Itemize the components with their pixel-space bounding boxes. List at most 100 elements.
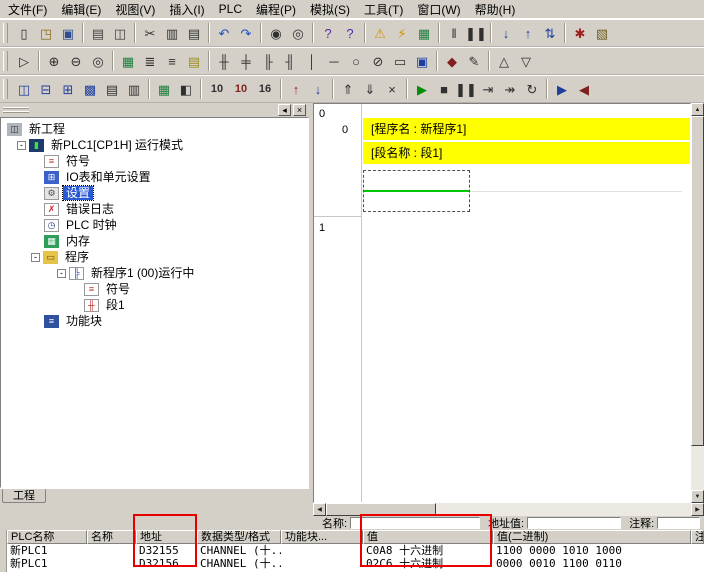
online-edit-icon[interactable]: ⚡ <box>391 22 413 44</box>
tree-item-io-table[interactable]: ⊞IO表和单元设置 <box>1 169 308 185</box>
menu-simulation[interactable]: 模拟(S) <box>303 0 357 20</box>
watch-window-icon[interactable]: ◧ <box>175 78 197 100</box>
close-panel-button[interactable]: × <box>293 104 306 116</box>
print-icon[interactable]: ▤ <box>87 22 109 44</box>
undo-icon[interactable]: ↶ <box>213 22 235 44</box>
menu-program[interactable]: 编程(P) <box>249 0 303 20</box>
scroll-down-button[interactable]: ▼ <box>691 490 704 503</box>
monitor-mode-icon[interactable]: ▦ <box>413 22 435 44</box>
compare-with-plc-icon[interactable]: ⇅ <box>539 22 561 44</box>
monitor-in-rung-icon[interactable]: ▤ <box>183 50 205 72</box>
new-contact-icon[interactable]: ╫ <box>213 50 235 72</box>
step-run-icon[interactable]: ⇥ <box>477 78 499 100</box>
watch-col-comment[interactable]: 注 <box>691 530 704 544</box>
watch-scrollbar-strip[interactable] <box>0 530 7 572</box>
new-function-block-icon[interactable]: ▣ <box>411 50 433 72</box>
tile-vertically-icon[interactable]: ⊞ <box>57 78 79 100</box>
address-value-field[interactable] <box>527 517 621 529</box>
new-or-contact-icon[interactable]: ╟ <box>257 50 279 72</box>
new-coil-icon[interactable]: ○ <box>345 50 367 72</box>
tree-item-section1[interactable]: ╫段1 <box>1 297 308 313</box>
zoom-to-fit-icon[interactable]: ◎ <box>87 50 109 72</box>
differential-up-icon[interactable]: △ <box>493 50 515 72</box>
tree-item-programs[interactable]: -▭程序 <box>1 249 308 265</box>
menu-file[interactable]: 文件(F) <box>1 0 54 20</box>
print-preview-icon[interactable]: ◫ <box>109 22 131 44</box>
work-online-icon[interactable]: ⚠ <box>369 22 391 44</box>
force-on-icon[interactable]: ⇑ <box>337 78 359 100</box>
scroll-right-button[interactable]: ▶ <box>691 503 704 516</box>
tree-item-program1[interactable]: -╠新程序1 (00)运行中 <box>1 265 308 281</box>
tree-expander-icon[interactable]: - <box>17 141 26 150</box>
menu-help[interactable]: 帮助(H) <box>468 0 523 20</box>
menu-insert[interactable]: 插入(I) <box>162 0 211 20</box>
watch-col-data-type-format[interactable]: 数据类型/格式 <box>197 530 281 544</box>
pause-monitor-icon[interactable]: ‖ <box>443 22 465 44</box>
drag-grip[interactable] <box>3 107 29 114</box>
tile-horizontally-icon[interactable]: ⊟ <box>35 78 57 100</box>
watch-col-plc-name[interactable]: PLC名称 <box>7 530 87 544</box>
mnemonics-view-icon[interactable]: ▤ <box>101 78 123 100</box>
continuous-step-run-icon[interactable]: ↠ <box>499 78 521 100</box>
tree-item-symbols[interactable]: ≡符号 <box>1 153 308 169</box>
tree-item-plc[interactable]: -▮新PLC1[CP1H] 运行模式 <box>1 137 308 153</box>
tree-expander-icon[interactable]: - <box>31 253 40 262</box>
transfer-to-plc-icon[interactable]: ↓ <box>495 22 517 44</box>
new-file-icon[interactable]: ▯ <box>13 22 35 44</box>
library-icon[interactable]: ▧ <box>591 22 613 44</box>
collapse-panel-button[interactable]: ◂ <box>278 104 291 116</box>
force-cancel-icon[interactable]: × <box>381 78 403 100</box>
tab-project[interactable]: 工程 <box>2 489 46 503</box>
new-or-closed-contact-icon[interactable]: ╢ <box>279 50 301 72</box>
run-simulation-icon[interactable]: ▶ <box>411 78 433 100</box>
tree-item-memory[interactable]: ▦内存 <box>1 233 308 249</box>
find-replace-icon[interactable]: ◎ <box>287 22 309 44</box>
monitor-data-icon[interactable]: ▦ <box>153 78 175 100</box>
ladder-canvas[interactable]: 0 0 1 [程序名 : 新程序1] [段名称 : 段1] <box>313 103 691 503</box>
display-decimal-icon[interactable]: 10 <box>205 78 229 100</box>
scroll-up-button[interactable]: ▲ <box>691 103 704 116</box>
show-rung-comments-icon[interactable]: ≣ <box>139 50 161 72</box>
watch-row[interactable]: 新PLC1D32156CHANNEL (十...02C6 十六进制0000 00… <box>7 557 704 570</box>
display-hex-icon[interactable]: 16 <box>253 78 277 100</box>
display-signed-decimal-icon[interactable]: 10 <box>229 78 253 100</box>
horizontal-connection-icon[interactable]: ─ <box>323 50 345 72</box>
selection-tool-icon[interactable]: ▷ <box>13 50 35 72</box>
exit-simulator-icon[interactable]: ◀ <box>573 78 595 100</box>
open-file-icon[interactable]: ◳ <box>35 22 57 44</box>
menu-window[interactable]: 窗口(W) <box>410 0 467 20</box>
vscroll-track[interactable] <box>691 116 704 490</box>
redo-icon[interactable]: ↷ <box>235 22 257 44</box>
context-help-icon[interactable]: ? <box>339 22 361 44</box>
set-off-icon[interactable]: ↓ <box>307 78 329 100</box>
menu-plc[interactable]: PLC <box>212 0 249 18</box>
invert-icon[interactable]: ◆ <box>441 50 463 72</box>
edit-comment-icon[interactable]: ✎ <box>463 50 485 72</box>
toggle-grid-icon[interactable]: ▦ <box>117 50 139 72</box>
force-off-icon[interactable]: ⇓ <box>359 78 381 100</box>
new-instruction-icon[interactable]: ▭ <box>389 50 411 72</box>
zoom-in-icon[interactable]: ⊕ <box>43 50 65 72</box>
pause-icon[interactable]: ❚❚ <box>465 22 487 44</box>
find-icon[interactable]: ◉ <box>265 22 287 44</box>
ladder-vscrollbar[interactable]: ▲ ▼ <box>691 103 704 503</box>
differential-down-icon[interactable]: ▽ <box>515 50 537 72</box>
vscroll-thumb[interactable] <box>691 116 704 446</box>
show-rung-annotations-icon[interactable]: ≡ <box>161 50 183 72</box>
section-name-comment[interactable]: [段名称 : 段1] <box>363 142 690 164</box>
comment-field[interactable] <box>657 517 700 529</box>
tree-item-project-root[interactable]: ◫新工程 <box>1 121 308 137</box>
tree-item-error-log[interactable]: ✗错误日志 <box>1 201 308 217</box>
program-name-comment[interactable]: [程序名 : 新程序1] <box>363 118 690 140</box>
help-icon[interactable]: ? <box>317 22 339 44</box>
work-online-simulator-icon[interactable]: ▶ <box>551 78 573 100</box>
watch-col-function-block[interactable]: 功能块... <box>281 530 363 544</box>
stop-simulation-icon[interactable]: ■ <box>433 78 455 100</box>
new-closed-coil-icon[interactable]: ⊘ <box>367 50 389 72</box>
new-closed-contact-icon[interactable]: ╪ <box>235 50 257 72</box>
program-check-icon[interactable]: ✱ <box>569 22 591 44</box>
tree-item-plc-clock[interactable]: ◷PLC 时钟 <box>1 217 308 233</box>
menu-view[interactable]: 视图(V) <box>108 0 162 20</box>
transfer-from-plc-icon[interactable]: ↑ <box>517 22 539 44</box>
tree-item-program1-symbols[interactable]: ≡符号 <box>1 281 308 297</box>
